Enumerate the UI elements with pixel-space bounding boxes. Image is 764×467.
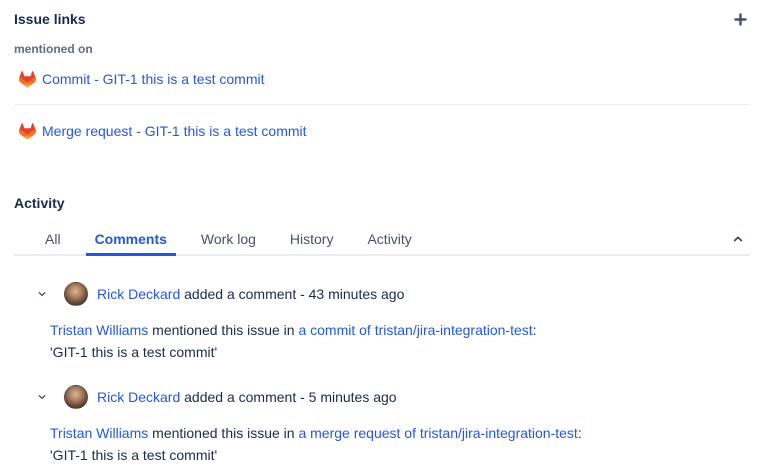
gitlab-icon [19,123,36,140]
collapse-activity-button[interactable] [728,229,748,249]
mentioned-on-label: mentioned on [14,42,750,56]
issue-link-row-merge-request: Merge request - GIT-1 this is a test com… [14,119,750,143]
comment-line-mention: Tristan Williams mentioned this issue in… [50,422,750,444]
issue-link-row-commit: Commit - GIT-1 this is a test commit [14,67,750,91]
commit-link[interactable]: Commit - GIT-1 this is a test commit [42,71,264,87]
mention-suffix: : [533,322,537,338]
comment: Rick Deckard added a comment - 43 minute… [36,282,750,363]
issue-links-header: Issue links [14,0,750,29]
issue-detail-page: Issue links mentioned on Commit - GIT-1 … [0,0,764,466]
mention-user-link[interactable]: Tristan Williams [50,322,148,338]
mention-user-link[interactable]: Tristan Williams [50,425,148,441]
merge-request-link[interactable]: Merge request - GIT-1 this is a test com… [42,123,307,139]
comment-meta-text: added a comment - 5 minutes ago [180,389,396,405]
comment-meta: Rick Deckard added a comment - 5 minutes… [97,389,397,405]
tab-activity[interactable]: Activity [358,227,420,256]
chevron-down-icon [37,289,47,299]
avatar [64,385,88,409]
add-issue-link-button[interactable] [730,9,750,29]
comment-header: Rick Deckard added a comment - 43 minute… [36,282,750,306]
mention-source-link[interactable]: a merge request of tristan/jira-integrat… [298,425,577,441]
divider [14,104,750,105]
comment-body: Tristan Williams mentioned this issue in… [50,422,750,466]
comment-meta-text: added a comment - 43 minutes ago [180,286,404,302]
tab-work-log[interactable]: Work log [192,227,265,256]
avatar [64,282,88,306]
tab-history[interactable]: History [281,227,343,256]
collapse-comment-button[interactable] [36,391,48,403]
comment-line-quote: 'GIT-1 this is a test commit' [50,444,750,466]
issue-links-title: Issue links [14,11,86,27]
author-link[interactable]: Rick Deckard [97,286,180,302]
collapse-comment-button[interactable] [36,288,48,300]
comment-body: Tristan Williams mentioned this issue in… [50,319,750,363]
mention-text: mentioned this issue in [148,322,298,338]
plus-icon [734,13,747,26]
chevron-down-icon [37,392,47,402]
comment-meta: Rick Deckard added a comment - 43 minute… [97,286,404,302]
comment-line-quote: 'GIT-1 this is a test commit' [50,341,750,363]
mention-source-link[interactable]: a commit of tristan/jira-integration-tes… [298,322,532,338]
activity-tabbar: All Comments Work log History Activity [14,230,750,256]
author-link[interactable]: Rick Deckard [97,389,180,405]
chevron-up-icon [732,233,744,245]
mention-suffix: : [578,425,582,441]
gitlab-icon [19,71,36,88]
comment-line-mention: Tristan Williams mentioned this issue in… [50,319,750,341]
tab-comments[interactable]: Comments [86,227,176,256]
tab-all[interactable]: All [36,227,70,256]
comment: Rick Deckard added a comment - 5 minutes… [36,385,750,466]
comment-header: Rick Deckard added a comment - 5 minutes… [36,385,750,409]
activity-title: Activity [14,195,750,211]
mention-text: mentioned this issue in [148,425,298,441]
